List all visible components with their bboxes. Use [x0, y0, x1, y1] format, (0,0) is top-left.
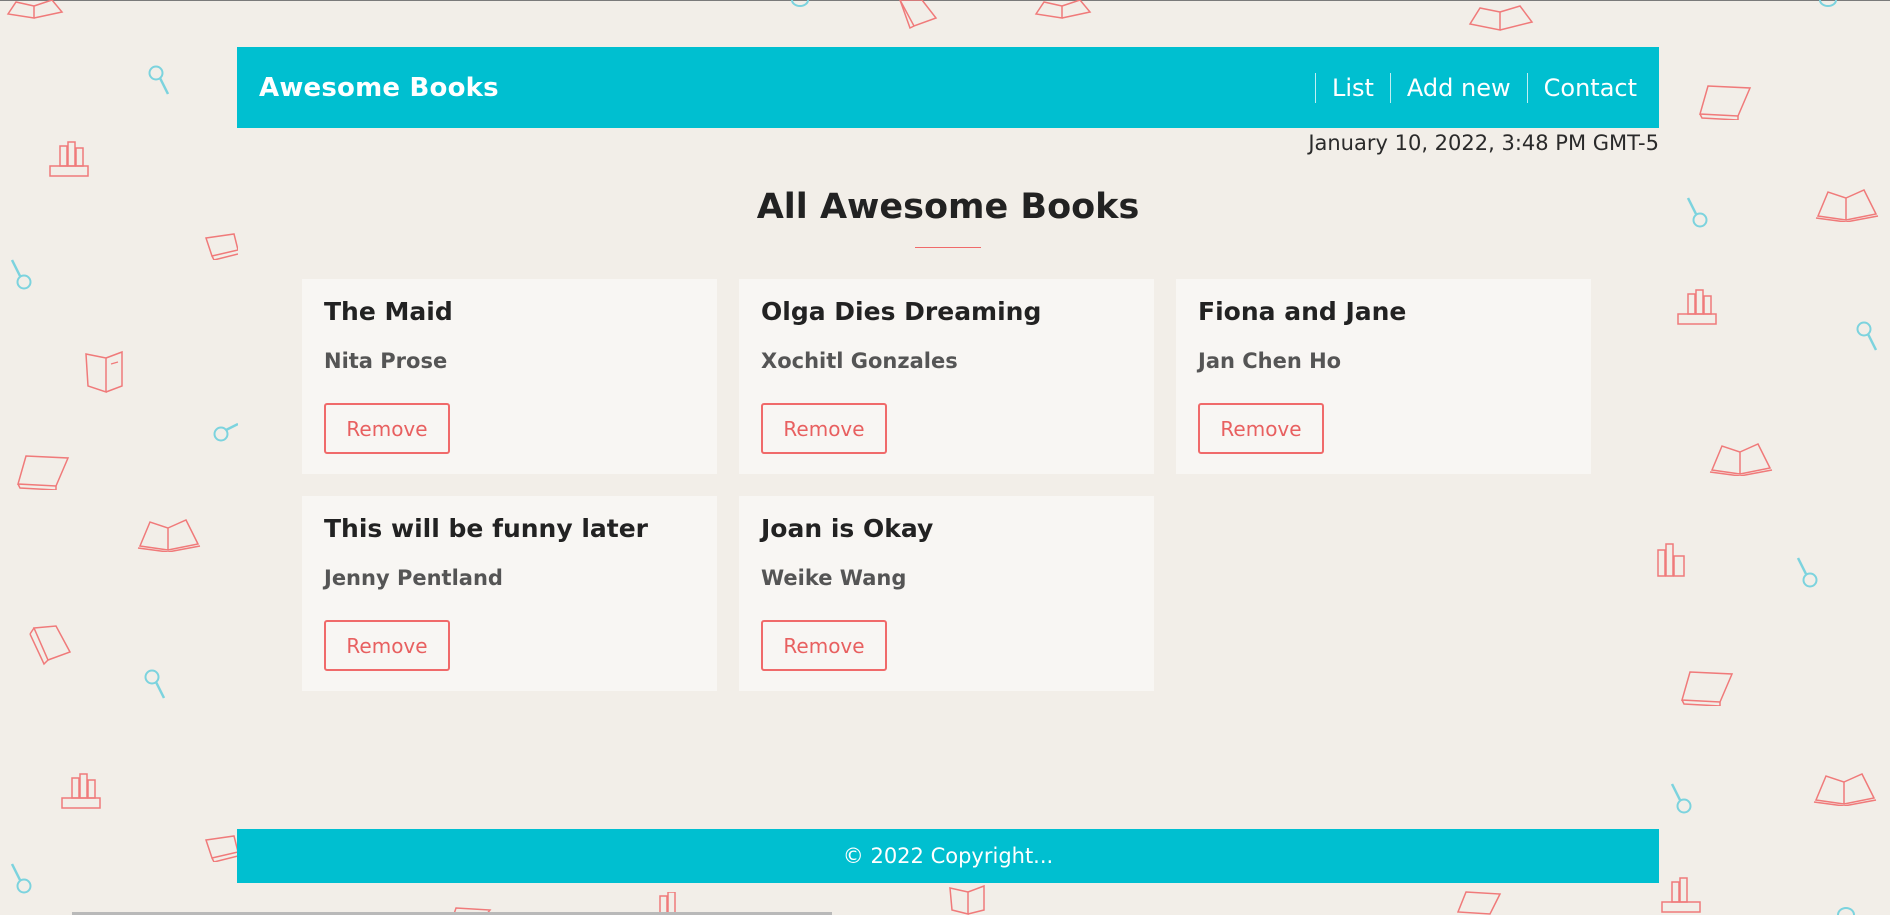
magnifier-icon	[790, 0, 810, 8]
stacked-books-icon	[1658, 876, 1706, 915]
open-book-icon	[1814, 182, 1880, 222]
title-underline	[915, 247, 981, 248]
magnifier-icon	[1684, 196, 1708, 230]
book-author: Nita Prose	[324, 349, 448, 373]
book-title: Olga Dies Dreaming	[761, 297, 1042, 326]
book-card: Olga Dies Dreaming Xochitl Gonzales Remo…	[739, 279, 1154, 474]
stacked-books-icon	[58, 772, 106, 812]
closed-book-icon	[16, 454, 70, 490]
remove-button[interactable]: Remove	[761, 403, 887, 454]
magnifier-icon	[144, 668, 168, 702]
book-card: The Maid Nita Prose Remove	[302, 279, 717, 474]
closed-book-icon	[204, 834, 238, 862]
magnifier-icon	[148, 64, 172, 98]
page-title: All Awesome Books	[756, 187, 1140, 227]
book-author: Jenny Pentland	[324, 566, 503, 590]
closed-book-icon	[1456, 890, 1502, 915]
book-title: This will be funny later	[324, 514, 649, 543]
book-card: Joan is Okay Weike Wang Remove	[739, 496, 1154, 691]
page-container: Awesome Books List Add new Contact Janua…	[237, 47, 1659, 883]
copyright-text: © 2022 Copyright...	[842, 844, 1054, 868]
magnifier-icon	[1854, 320, 1880, 354]
book-author: Weike Wang	[761, 566, 907, 590]
remove-button[interactable]: Remove	[761, 620, 887, 671]
closed-book-icon	[204, 232, 238, 260]
nav-links: List Add new Contact	[1314, 72, 1637, 103]
closed-book-icon	[1680, 670, 1734, 706]
open-book-icon	[1812, 766, 1878, 806]
book-title: The Maid	[324, 297, 453, 326]
closed-book-icon	[84, 350, 124, 394]
open-book-icon	[1032, 0, 1092, 20]
book-card: Fiona and Jane Jan Chen Ho Remove	[1176, 279, 1591, 474]
magnifier-icon	[8, 258, 32, 292]
remove-button[interactable]: Remove	[324, 403, 450, 454]
remove-button[interactable]: Remove	[324, 620, 450, 671]
magnifier-icon	[8, 862, 32, 896]
closed-book-icon	[948, 884, 988, 915]
navbar: Awesome Books List Add new Contact	[237, 47, 1659, 128]
open-book-icon	[136, 512, 202, 552]
open-book-icon	[1466, 4, 1536, 32]
open-book-icon	[4, 0, 64, 20]
book-author: Xochitl Gonzales	[761, 349, 958, 373]
magnifier-icon	[1818, 0, 1838, 8]
top-border	[0, 0, 1890, 1]
nav-link-list[interactable]: List	[1314, 72, 1390, 103]
nav-link-contact[interactable]: Contact	[1526, 72, 1637, 103]
closed-book-icon	[1698, 84, 1752, 120]
stacked-books-icon	[46, 140, 94, 180]
magnifier-icon	[1668, 782, 1692, 816]
footer: © 2022 Copyright...	[237, 829, 1659, 883]
stacked-books-icon	[1654, 542, 1688, 580]
nav-link-add-new[interactable]: Add new	[1389, 72, 1527, 103]
book-title: Joan is Okay	[761, 514, 934, 543]
open-book-icon	[1708, 436, 1774, 476]
magnifier-icon	[1836, 904, 1856, 915]
stacked-books-icon	[1674, 288, 1722, 328]
book-card: This will be funny later Jenny Pentland …	[302, 496, 717, 691]
current-datetime: January 10, 2022, 3:48 PM GMT-5	[1308, 131, 1659, 155]
magnifier-icon	[1794, 556, 1818, 590]
brand-logo[interactable]: Awesome Books	[259, 73, 499, 103]
closed-book-icon	[896, 0, 940, 30]
remove-button[interactable]: Remove	[1198, 403, 1324, 454]
book-title: Fiona and Jane	[1198, 297, 1407, 326]
book-author: Jan Chen Ho	[1198, 349, 1342, 373]
magnifier-icon	[212, 420, 238, 444]
closed-book-icon	[28, 624, 72, 666]
